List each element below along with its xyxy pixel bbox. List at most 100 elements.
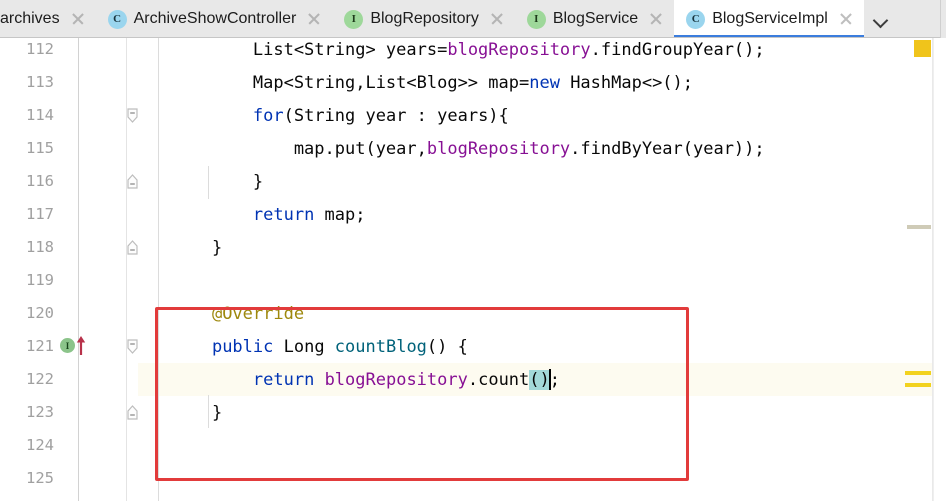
gutter-row[interactable]: 118 (0, 231, 138, 264)
interface-icon: I (526, 9, 546, 29)
line-number: 116 (26, 171, 54, 190)
implementing-method-icon[interactable]: I (60, 338, 75, 353)
tab-label: BlogServiceImpl (712, 10, 828, 27)
warning-stripe-marker[interactable] (914, 40, 931, 57)
editor-window: archives C ArchiveShowController I BlogR… (0, 0, 946, 501)
gutter-row[interactable]: 123 (0, 396, 138, 429)
code-line[interactable]: List<String> years= blogRepository .findGr… (138, 33, 946, 66)
gutter-row[interactable]: 121 I (0, 330, 138, 363)
line-number: 113 (26, 72, 54, 91)
gutter-row[interactable]: 116 (0, 165, 138, 198)
code-line[interactable]: } (138, 396, 946, 429)
code-line[interactable]: return map; (138, 198, 946, 231)
code-token: @Override (211, 303, 305, 324)
code-token: countBlog (334, 336, 427, 357)
tab-label: ArchiveShowController (133, 10, 297, 27)
gutter-row[interactable]: 120 (0, 297, 138, 330)
code-line[interactable]: @Override (138, 297, 946, 330)
gutter-row[interactable]: 112 (0, 33, 138, 66)
gutter-marks[interactable] (54, 396, 138, 429)
class-icon: C (686, 9, 706, 29)
gutter-marks[interactable] (54, 165, 138, 198)
gutter-marks[interactable] (54, 231, 138, 264)
close-icon[interactable] (838, 11, 854, 27)
code-line[interactable] (138, 264, 946, 297)
close-icon[interactable] (70, 11, 86, 27)
gutter-marks[interactable] (54, 99, 138, 132)
close-icon[interactable] (489, 11, 505, 27)
gutter-marks[interactable] (54, 264, 136, 297)
code-token: } (171, 237, 223, 258)
line-number: 115 (26, 138, 54, 157)
gutter-row[interactable]: 113 (0, 66, 138, 99)
code-token: HashMap<>(); (559, 72, 694, 93)
code-token: return (252, 369, 315, 390)
code-line-current[interactable]: return blogRepository .count(); (138, 363, 946, 396)
gutter-marks[interactable] (54, 132, 136, 165)
close-icon[interactable] (306, 11, 322, 27)
code-line[interactable]: for (String year : years){ (138, 99, 946, 132)
line-number: 114 (26, 105, 54, 124)
code-token: } (171, 171, 264, 192)
line-number: 122 (26, 369, 54, 388)
code-editor[interactable]: 112 113 114 115 116 117 118 119 120 121 I 122 123 124… (0, 38, 946, 501)
implements-arrow-icon (76, 336, 86, 355)
code-token: .findGroupYear(); (590, 39, 765, 60)
gutter-marks[interactable]: I (54, 330, 138, 363)
gutter-row[interactable]: 122 (0, 363, 138, 396)
code-line[interactable]: map.put(year, blogRepository .findByYear(y… (138, 132, 946, 165)
code-token: map.put(year, (171, 138, 427, 159)
code-token: new (529, 72, 560, 93)
gutter-row[interactable]: 114 (0, 99, 138, 132)
gutter-marks[interactable] (54, 198, 136, 231)
line-number: 124 (26, 435, 54, 454)
line-number: 120 (26, 303, 54, 322)
code-line[interactable] (138, 462, 946, 495)
code-token: () { (426, 336, 468, 357)
error-stripe-gutter[interactable] (895, 38, 946, 501)
line-number: 112 (26, 39, 54, 58)
class-icon: C (107, 9, 127, 29)
close-icon[interactable] (648, 11, 664, 27)
editor-gutter[interactable]: 112 113 114 115 116 117 118 119 120 121 I 122 123 124… (0, 38, 138, 501)
gutter-marks[interactable] (54, 429, 136, 462)
stripe-marker[interactable] (907, 225, 931, 229)
stripe-marker[interactable] (905, 383, 931, 387)
code-token: blogRepository (447, 39, 591, 60)
stripe-marker[interactable] (905, 371, 931, 375)
line-number: 125 (26, 468, 54, 487)
code-text-area[interactable]: List<String> years= blogRepository .findGr… (138, 38, 946, 501)
code-token: blogRepository (324, 369, 468, 390)
gutter-marks[interactable] (54, 33, 136, 66)
code-token: map; (314, 204, 366, 225)
code-line[interactable]: } (138, 231, 946, 264)
code-token: } (171, 402, 223, 423)
code-line[interactable]: } (138, 165, 946, 198)
gutter-marks[interactable] (54, 297, 136, 330)
interface-icon: I (344, 9, 364, 29)
gutter-row[interactable]: 125 (0, 462, 138, 495)
line-number: 123 (26, 402, 54, 421)
line-number: 118 (26, 237, 54, 256)
gutter-marks[interactable] (54, 66, 136, 99)
code-token: Long (273, 336, 335, 357)
tab-label: BlogRepository (370, 10, 479, 27)
gutter-row[interactable]: 115 (0, 132, 138, 165)
gutter-row[interactable]: 119 (0, 264, 138, 297)
chevron-down-icon (874, 13, 887, 26)
gutter-marks[interactable] (54, 363, 136, 396)
gutter-row[interactable]: 124 (0, 429, 138, 462)
code-token: (String year : years){ (283, 105, 509, 126)
vertical-scrollbar[interactable] (933, 38, 946, 501)
indent-guide (208, 395, 209, 428)
code-token: Map<String,List<Blog>> map= (171, 72, 530, 93)
code-line[interactable]: Map<String,List<Blog>> map= new HashMap<>… (138, 66, 946, 99)
code-line[interactable] (138, 429, 946, 462)
gutter-marks[interactable] (54, 462, 136, 495)
line-number: 117 (26, 204, 54, 223)
code-line[interactable]: public Long countBlog() { (138, 330, 946, 363)
gutter-row[interactable]: 117 (0, 198, 138, 231)
